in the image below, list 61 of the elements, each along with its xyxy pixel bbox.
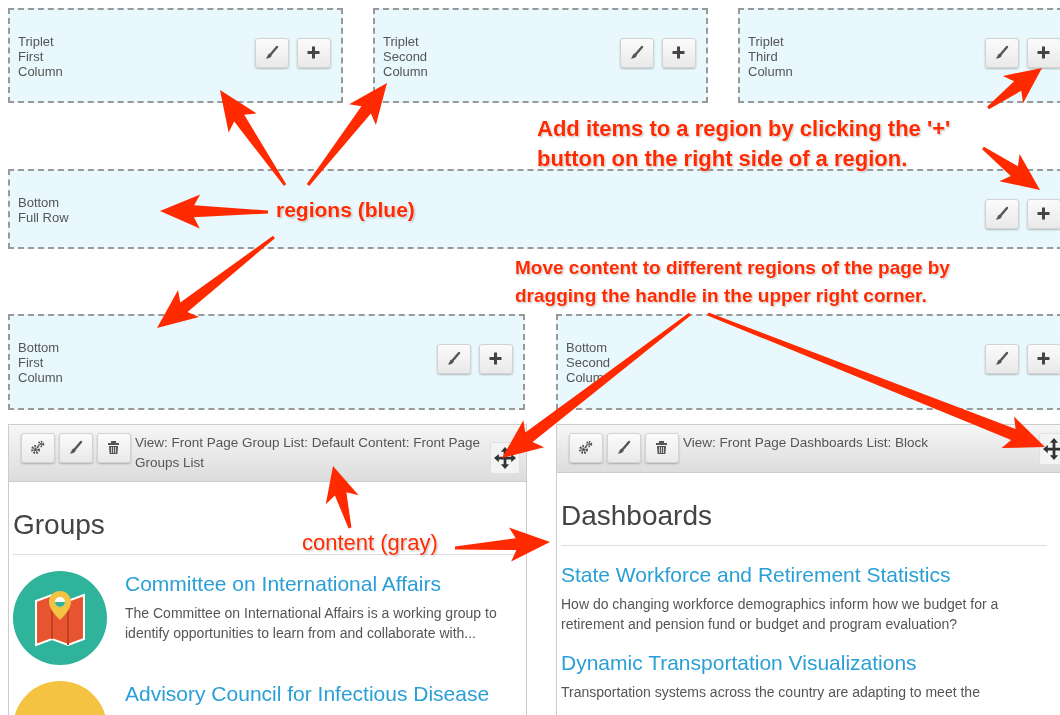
brush-icon (264, 45, 280, 61)
gears-icon (578, 440, 594, 456)
plus-icon (1036, 351, 1052, 367)
style-button[interactable] (985, 344, 1019, 374)
drag-handle[interactable] (1039, 433, 1060, 465)
pointer-arrow (987, 68, 1042, 110)
pointer-arrow (325, 466, 359, 529)
region-label: Bottom Full Row (18, 195, 70, 225)
add-button[interactable] (662, 38, 696, 68)
style-button[interactable] (255, 38, 289, 68)
item-link[interactable]: Advisory Council for Infectious Disease (125, 681, 490, 707)
style-button[interactable] (59, 433, 93, 463)
region-label: Triplet Third Column (748, 34, 794, 79)
pointer-arrow (982, 146, 1040, 190)
plus-icon (1036, 206, 1052, 222)
panel-title: View: Front Page Group List: Default Content: Front Page Groups List (135, 434, 481, 472)
gears-icon (30, 440, 46, 456)
item-link[interactable]: Dynamic Transportation Visualizations (561, 650, 980, 676)
settings-button[interactable] (21, 433, 55, 463)
trash-icon (106, 440, 122, 456)
move-icon (1043, 438, 1060, 460)
brush-icon (629, 45, 645, 61)
plus-icon (1036, 45, 1052, 61)
item-link[interactable]: State Workforce and Retirement Statistics (561, 562, 1047, 588)
settings-button[interactable] (569, 433, 603, 463)
annotation-text: Move content to different regions of the page by dragging the handle in the upper right corner. (515, 256, 951, 308)
plus-icon (488, 351, 504, 367)
add-button[interactable] (1027, 344, 1060, 374)
add-button[interactable] (479, 344, 513, 374)
map-pin-icon (34, 589, 86, 647)
style-button[interactable] (985, 199, 1019, 229)
style-button[interactable] (620, 38, 654, 68)
style-button[interactable] (607, 433, 641, 463)
annotation-text: Add items to a region by clicking the '+' button on the right side of a region. (537, 115, 952, 173)
annotation-text: regions (blue) (276, 197, 416, 223)
style-button[interactable] (985, 38, 1019, 68)
panel-title: View: Front Page Dashboards List: Block (683, 434, 930, 452)
section-heading: Dashboards (561, 473, 1047, 546)
brush-icon (616, 440, 632, 456)
plus-icon (306, 45, 322, 61)
brush-icon (994, 206, 1010, 222)
item-description: The Committee on International Affairs is a working group to identify opportunities to learn from and collaborate with... (125, 604, 498, 643)
region-label: Triplet Second Column (383, 34, 429, 79)
style-button[interactable] (437, 344, 471, 374)
item-description: How do changing workforce demographics inform how we budget for a retirement and pension fund or budget and program evaluation? (561, 595, 1000, 634)
delete-button[interactable] (645, 433, 679, 463)
item-link[interactable]: Committee on International Affairs (125, 571, 522, 597)
brush-icon (68, 440, 84, 456)
brush-icon (446, 351, 462, 367)
annotation-text: content (gray) (302, 530, 439, 556)
region-label: Triplet First Column (18, 34, 64, 79)
plus-icon (671, 45, 687, 61)
add-button[interactable] (297, 38, 331, 68)
add-button[interactable] (1027, 199, 1060, 229)
trash-icon (654, 440, 670, 456)
brush-icon (994, 45, 1010, 61)
delete-button[interactable] (97, 433, 131, 463)
region-label: Bottom First Column (18, 340, 64, 385)
item-description: Transportation systems across the country are adapting to meet the (561, 683, 980, 702)
brush-icon (994, 351, 1010, 367)
add-button[interactable] (1027, 38, 1060, 68)
